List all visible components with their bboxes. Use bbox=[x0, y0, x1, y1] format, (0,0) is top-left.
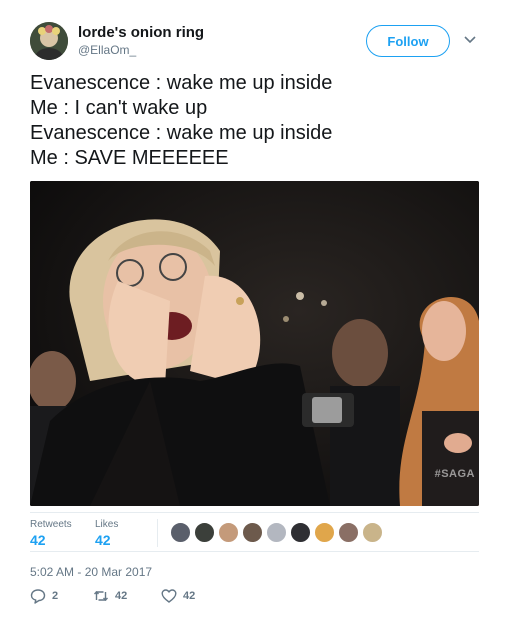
retweets-label: Retweets bbox=[30, 519, 72, 530]
avatar[interactable] bbox=[30, 22, 68, 60]
liker-avatar[interactable] bbox=[194, 522, 215, 543]
liker-avatar[interactable] bbox=[338, 522, 359, 543]
liker-avatar[interactable] bbox=[290, 522, 311, 543]
likes-stat[interactable]: Likes 42 bbox=[95, 519, 118, 548]
retweet-count: 42 bbox=[115, 590, 128, 602]
liker-avatar[interactable] bbox=[362, 522, 383, 543]
liker-avatar[interactable] bbox=[170, 522, 191, 543]
tweet-line: Evanescence : wake me up inside bbox=[30, 72, 333, 94]
retweets-count: 42 bbox=[30, 532, 46, 548]
author-display-name[interactable]: lorde's onion ring bbox=[78, 24, 204, 41]
tweet-line: Me : I can't wake up bbox=[30, 97, 208, 119]
media-image bbox=[30, 181, 479, 506]
liker-avatar[interactable] bbox=[242, 522, 263, 543]
tweet-card: lorde's onion ring @EllaOm_ Follow Evane… bbox=[0, 0, 509, 623]
reply-icon bbox=[30, 589, 46, 604]
tweet-line: Evanescence : wake me up inside bbox=[30, 122, 333, 144]
retweet-button[interactable]: 42 bbox=[93, 588, 127, 604]
reply-count: 2 bbox=[52, 590, 59, 602]
liker-avatar[interactable] bbox=[218, 522, 239, 543]
tweet-stats: Retweets 42 Likes 42 bbox=[30, 512, 479, 552]
tweet-text: Evanescence : wake me up inside Me : I c… bbox=[30, 71, 490, 171]
liker-avatar[interactable] bbox=[314, 522, 335, 543]
author-handle[interactable]: @EllaOm_ bbox=[78, 43, 136, 57]
likes-count: 42 bbox=[95, 532, 111, 548]
follow-button[interactable]: Follow bbox=[366, 25, 450, 57]
liker-avatar[interactable] bbox=[266, 522, 287, 543]
retweet-icon bbox=[94, 591, 108, 601]
tweet-media-gif[interactable]: #SAGA bbox=[30, 181, 479, 506]
likes-label: Likes bbox=[95, 519, 119, 530]
tweet-timestamp[interactable]: 5:02 AM - 20 Mar 2017 bbox=[30, 565, 152, 579]
retweets-stat[interactable]: Retweets 42 bbox=[30, 519, 72, 548]
like-count: 42 bbox=[183, 590, 196, 602]
heart-icon bbox=[161, 589, 177, 603]
stats-divider bbox=[157, 519, 158, 547]
chevron-down-icon[interactable] bbox=[462, 32, 478, 48]
liker-avatars bbox=[170, 522, 383, 543]
reply-button[interactable]: 2 bbox=[30, 588, 58, 604]
tweet-line: Me : SAVE MEEEEEE bbox=[30, 147, 229, 169]
like-button[interactable]: 42 bbox=[161, 588, 195, 604]
media-watermark: #SAGA bbox=[434, 468, 475, 480]
